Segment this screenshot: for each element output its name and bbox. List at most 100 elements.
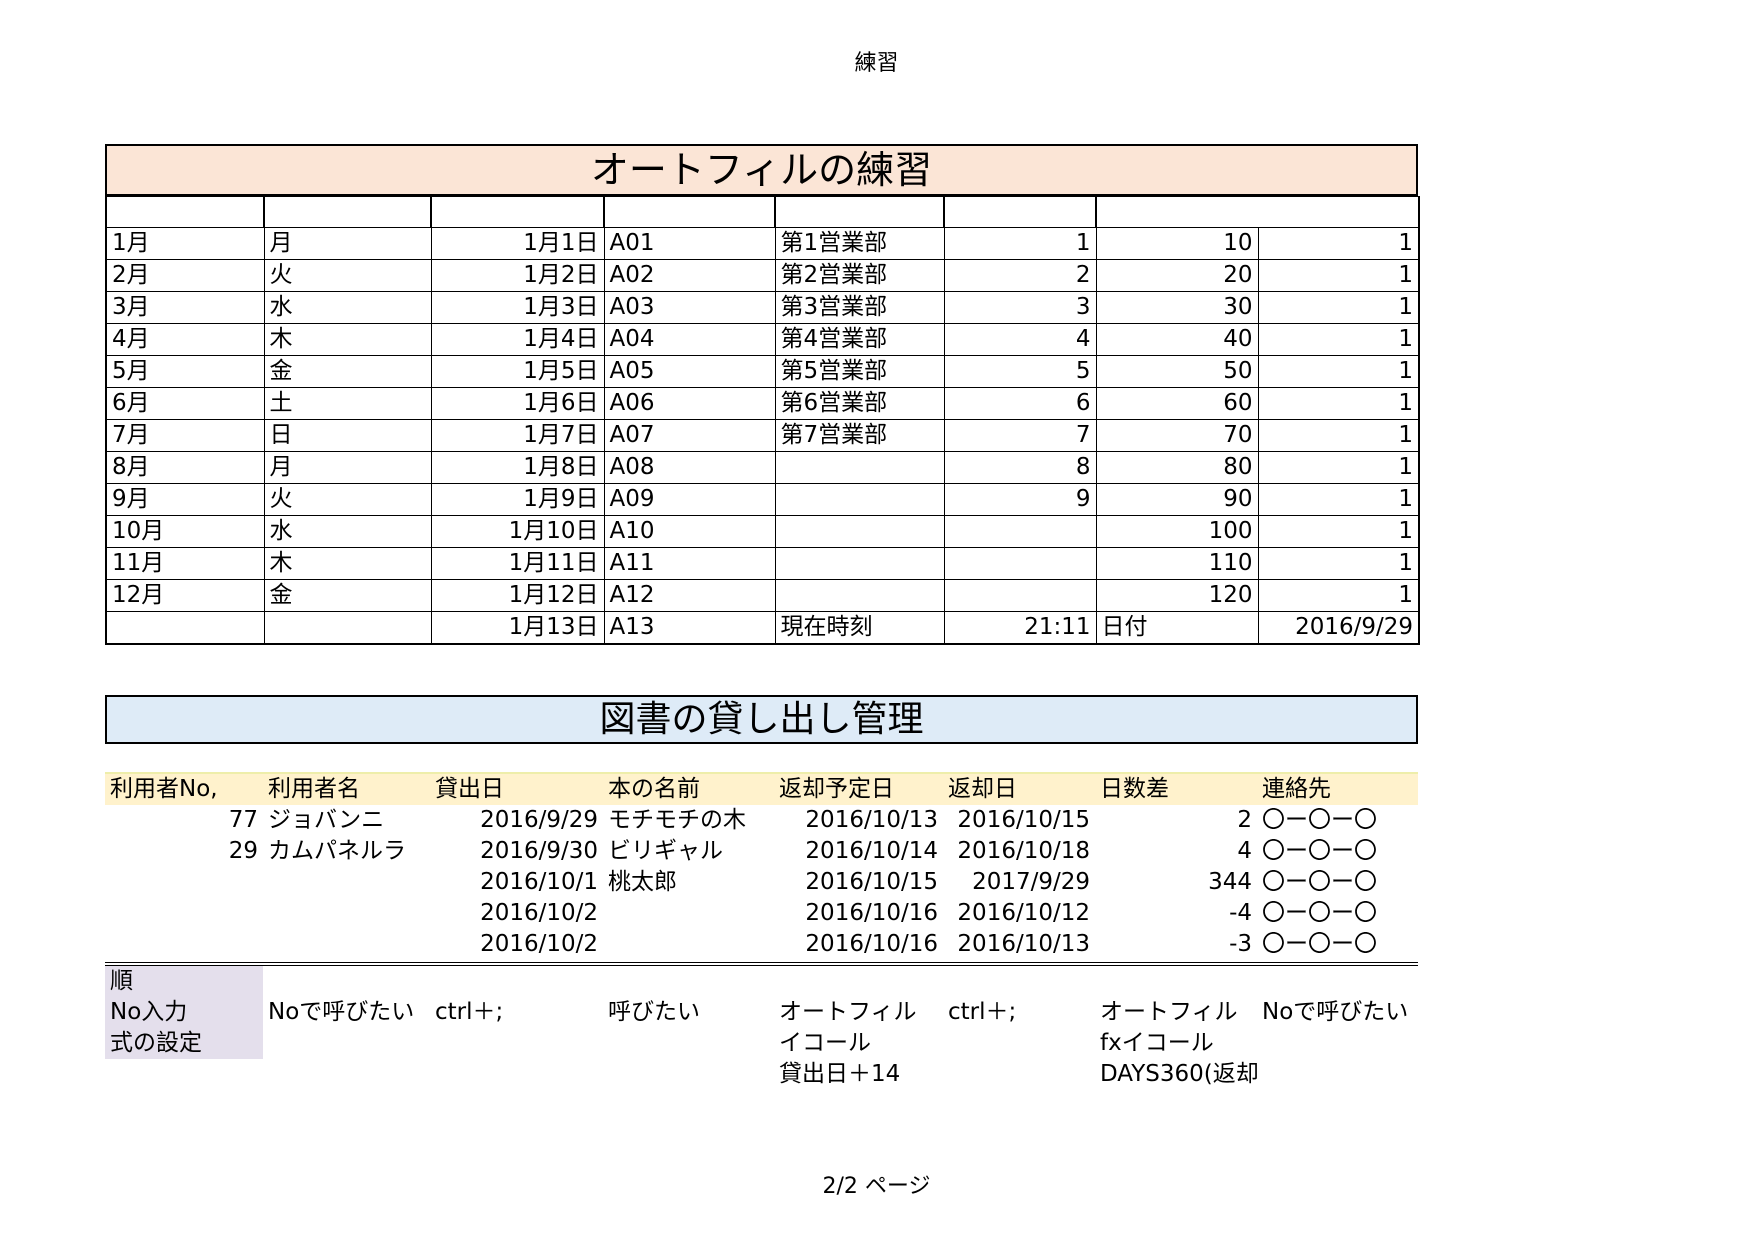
autofill-cell: 110 — [1095, 547, 1258, 580]
autofill-cell: 土 — [263, 387, 431, 420]
loan-cell: ジョバンニ — [268, 807, 385, 833]
loan-cell: 2 — [1237, 807, 1252, 833]
autofill-row: 3月水 1月3日 A03 第3営業部 3 30 1 — [105, 291, 1420, 324]
autofill-cell: 1 — [1257, 515, 1420, 548]
autofill-cell — [943, 515, 1096, 548]
notes-cell — [943, 1059, 1095, 1090]
autofill-cell — [774, 579, 944, 612]
autofill-cell: 5 — [943, 355, 1096, 388]
autofill-cell: 火 — [263, 483, 431, 516]
autofill-cell: 9月 — [105, 483, 264, 516]
autofill-cell: A03 — [603, 291, 775, 324]
autofill-cell: A07 — [603, 419, 775, 452]
autofill-cell: 水 — [263, 291, 431, 324]
loan-row: 77 ジョバンニ 2016/9/29 モチモチの木 2016/10/13 2016/10/… — [105, 805, 1418, 836]
notes-row: 貸出日＋14 DAYS360(返却予定日,返却日,貸出日) — [105, 1059, 1625, 1090]
loan-column-header: 本の名前 — [603, 772, 774, 805]
loan-column-header: 返却日 — [943, 772, 1095, 805]
autofill-cell — [105, 611, 264, 645]
autofill-cell: 1 — [943, 227, 1096, 260]
notes-cell — [603, 966, 774, 997]
autofill-cell: A09 — [603, 483, 775, 516]
loan-cell — [105, 867, 263, 898]
autofill-cell: 90 — [1095, 483, 1258, 516]
autofill-cell: 4月 — [105, 323, 264, 356]
autofill-cell: 日 — [263, 419, 431, 452]
notes-cell: 順 — [105, 966, 263, 997]
notes-cell — [263, 1028, 430, 1059]
loan-cell — [603, 898, 774, 929]
autofill-cell: A05 — [603, 355, 775, 388]
autofill-cell: A06 — [603, 387, 775, 420]
autofill-cell: 1 — [1257, 355, 1420, 388]
autofill-cell: A08 — [603, 451, 775, 484]
notes-cell — [943, 966, 1095, 997]
loan-cell: 2016/10/2 — [430, 929, 603, 966]
autofill-cell: 1月2日 — [430, 259, 604, 292]
loan-column-header: 利用者名 — [263, 772, 430, 805]
loan-cell — [263, 929, 430, 966]
loan-cell: 2016/10/1 — [480, 869, 598, 895]
loan-cell: 77 — [228, 807, 258, 833]
autofill-cell: 5月 — [105, 355, 264, 388]
autofill-cell: 1 — [1257, 579, 1420, 612]
notes-cell: 呼びたい — [608, 999, 700, 1025]
autofill-cell — [263, 611, 431, 645]
loan-cell: 〇ー〇ー〇 — [1262, 900, 1377, 926]
loan-cell: ビリギャル — [608, 838, 723, 864]
loan-cell: 〇ー〇ー〇 — [1262, 869, 1377, 895]
notes-cell — [105, 1059, 263, 1090]
notes-cell: DAYS360(返却予定日,返却日,貸出日) — [1100, 1061, 1257, 1087]
loan-cell: 〇ー〇ー〇 — [1262, 838, 1377, 864]
loan-column-header: 利用者No, — [105, 772, 263, 805]
autofill-cell: 40 — [1095, 323, 1258, 356]
autofill-cell: 第3営業部 — [774, 291, 944, 324]
notes-cell: イコール — [779, 1030, 871, 1056]
notes-cell: No入力 — [105, 997, 263, 1028]
notes-cell — [774, 966, 943, 997]
autofill-cell: 1 — [1257, 419, 1420, 452]
loan-cell: 2016/10/14 — [805, 838, 938, 864]
autofill-cell: 木 — [263, 547, 431, 580]
autofill-blank-row — [105, 196, 1420, 228]
page-footer: 2/2 ページ — [822, 1174, 931, 1199]
library-title-banner: 図書の貸し出し管理 — [105, 695, 1418, 744]
notes-cell — [1257, 1028, 1625, 1059]
loan-cell: 29 — [228, 838, 258, 864]
autofill-cell: 金 — [263, 579, 431, 612]
autofill-cell: A04 — [603, 323, 775, 356]
autofill-cell: 金 — [263, 355, 431, 388]
notes-cell: 式の設定 — [105, 1028, 263, 1059]
autofill-cell: 1月8日 — [430, 451, 604, 484]
loan-header-row: 利用者No, 利用者名 貸出日 本の名前 返却予定日 返却日 日数差 連絡先 — [105, 772, 1418, 805]
loan-cell: 桃太郎 — [608, 869, 677, 895]
autofill-cell: 10 — [1095, 227, 1258, 260]
autofill-cell: 1月3日 — [430, 291, 604, 324]
autofill-cell: 現在時刻 — [774, 611, 944, 645]
autofill-cell: 第4営業部 — [774, 323, 944, 356]
loan-cell: 2016/9/30 — [480, 838, 598, 864]
loan-column-header: 返却予定日 — [774, 772, 943, 805]
autofill-cell: 3 — [943, 291, 1096, 324]
loan-cell: 2016/10/13 — [805, 807, 938, 833]
notes-cell: オートフィル — [1100, 999, 1238, 1025]
loan-row: 2016/10/1 桃太郎 2016/10/15 2017/9/29 344 〇ー〇ー〇 — [105, 867, 1418, 898]
autofill-cell: 10月 — [105, 515, 264, 548]
autofill-cell: 8月 — [105, 451, 264, 484]
autofill-cell: 1 — [1257, 387, 1420, 420]
notes-table: 順 No入力 Noで呼びたい ctrl＋; 呼びたい オートフィル ctrl＋; オートフィル… — [105, 966, 1625, 1090]
autofill-row: 11月木 1月11日 A11 110 1 — [105, 547, 1420, 580]
autofill-cell: 21:11 — [943, 611, 1096, 645]
loan-column-header: 日数差 — [1095, 772, 1257, 805]
autofill-cell: 1 — [1257, 227, 1420, 260]
loan-cell: 4 — [1237, 838, 1252, 864]
autofill-row: 6月土 1月6日 A06 第6営業部 6 60 1 — [105, 387, 1420, 420]
autofill-cell: 8 — [943, 451, 1096, 484]
loan-cell: 2016/10/13 — [943, 929, 1095, 966]
notes-cell: fxイコール — [1100, 1030, 1214, 1056]
loan-cell — [263, 898, 430, 929]
autofill-cell: 1 — [1257, 291, 1420, 324]
autofill-cell — [943, 579, 1096, 612]
notes-cell: オートフィル — [779, 999, 917, 1025]
notes-cell — [430, 1059, 603, 1090]
